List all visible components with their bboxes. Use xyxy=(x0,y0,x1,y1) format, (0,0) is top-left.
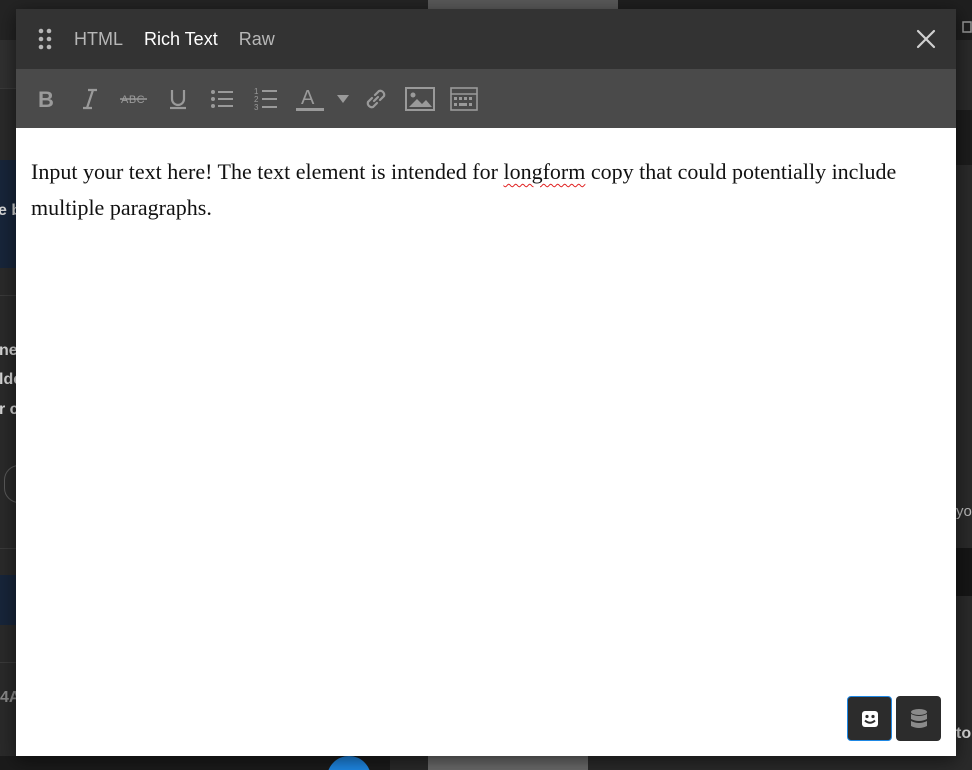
tab-html[interactable]: HTML xyxy=(74,9,123,69)
misspelled-word[interactable]: longform xyxy=(503,159,585,184)
bg-right-strip xyxy=(956,548,972,596)
italic-icon xyxy=(83,88,97,109)
numbered-list-icon: 123 xyxy=(254,87,277,112)
bg-selected-row-2 xyxy=(0,575,16,625)
bold-icon: B xyxy=(38,87,54,111)
drag-handle[interactable] xyxy=(16,9,74,69)
close-button[interactable] xyxy=(910,23,942,55)
underline-icon xyxy=(170,89,186,109)
bg-top-gray-strip xyxy=(428,0,618,9)
database-icon xyxy=(910,708,927,728)
text-color-icon: A xyxy=(296,87,324,111)
rich-text-editor-dialog: HTML Rich Text Raw B ABC 1 2 3 A Input y… xyxy=(16,9,956,756)
bulleted-list-button[interactable] xyxy=(200,77,244,121)
inbox-smile-button[interactable] xyxy=(847,696,892,741)
link-icon xyxy=(366,89,386,108)
bg-text-fragment: yo xyxy=(956,503,972,520)
inbox-smile-icon xyxy=(861,710,878,727)
image-icon xyxy=(405,86,435,111)
tab-rich-text[interactable]: Rich Text xyxy=(144,9,218,69)
strikethrough-button[interactable]: ABC xyxy=(112,77,156,121)
editor-text-part: Input your text here! The text element i… xyxy=(31,159,504,184)
bg-divider xyxy=(0,295,16,296)
svg-text:3: 3 xyxy=(254,103,259,112)
editor-action-buttons xyxy=(847,696,941,741)
dropdown-arrow-icon xyxy=(337,94,349,103)
bg-divider xyxy=(0,662,16,663)
bold-button[interactable]: B xyxy=(24,77,68,121)
underline-button[interactable] xyxy=(156,77,200,121)
bg-divider xyxy=(0,548,16,549)
image-button[interactable] xyxy=(398,77,442,121)
rich-text-editor-area[interactable]: Input your text here! The text element i… xyxy=(16,128,956,756)
link-button[interactable] xyxy=(354,77,398,121)
svg-text:A: A xyxy=(301,87,315,109)
close-icon xyxy=(916,29,936,49)
database-button[interactable] xyxy=(896,696,941,741)
text-color-button[interactable]: A xyxy=(288,77,332,121)
dialog-header: HTML Rich Text Raw xyxy=(16,9,956,69)
svg-text:ABC: ABC xyxy=(121,94,145,106)
bg-right-strip xyxy=(956,110,972,165)
copy-icon[interactable] xyxy=(957,21,972,36)
keyboard-icon xyxy=(450,86,478,111)
bg-divider xyxy=(0,88,16,89)
tab-raw[interactable]: Raw xyxy=(239,9,275,69)
strikethrough-icon: ABC xyxy=(120,94,147,106)
formatting-toolbar: B ABC 1 2 3 A xyxy=(16,69,956,128)
bg-bottom-gray xyxy=(428,756,588,770)
editor-paragraph[interactable]: Input your text here! The text element i… xyxy=(31,154,941,226)
bg-text-fragment: to xyxy=(956,725,972,742)
numbered-list-button[interactable]: 123 xyxy=(244,77,288,121)
keyboard-button[interactable] xyxy=(442,77,486,121)
bulleted-list-icon xyxy=(211,89,233,108)
italic-button[interactable] xyxy=(68,77,112,121)
text-color-dropdown[interactable] xyxy=(332,77,354,121)
drag-handle-icon xyxy=(38,28,52,50)
svg-text:B: B xyxy=(38,87,54,111)
